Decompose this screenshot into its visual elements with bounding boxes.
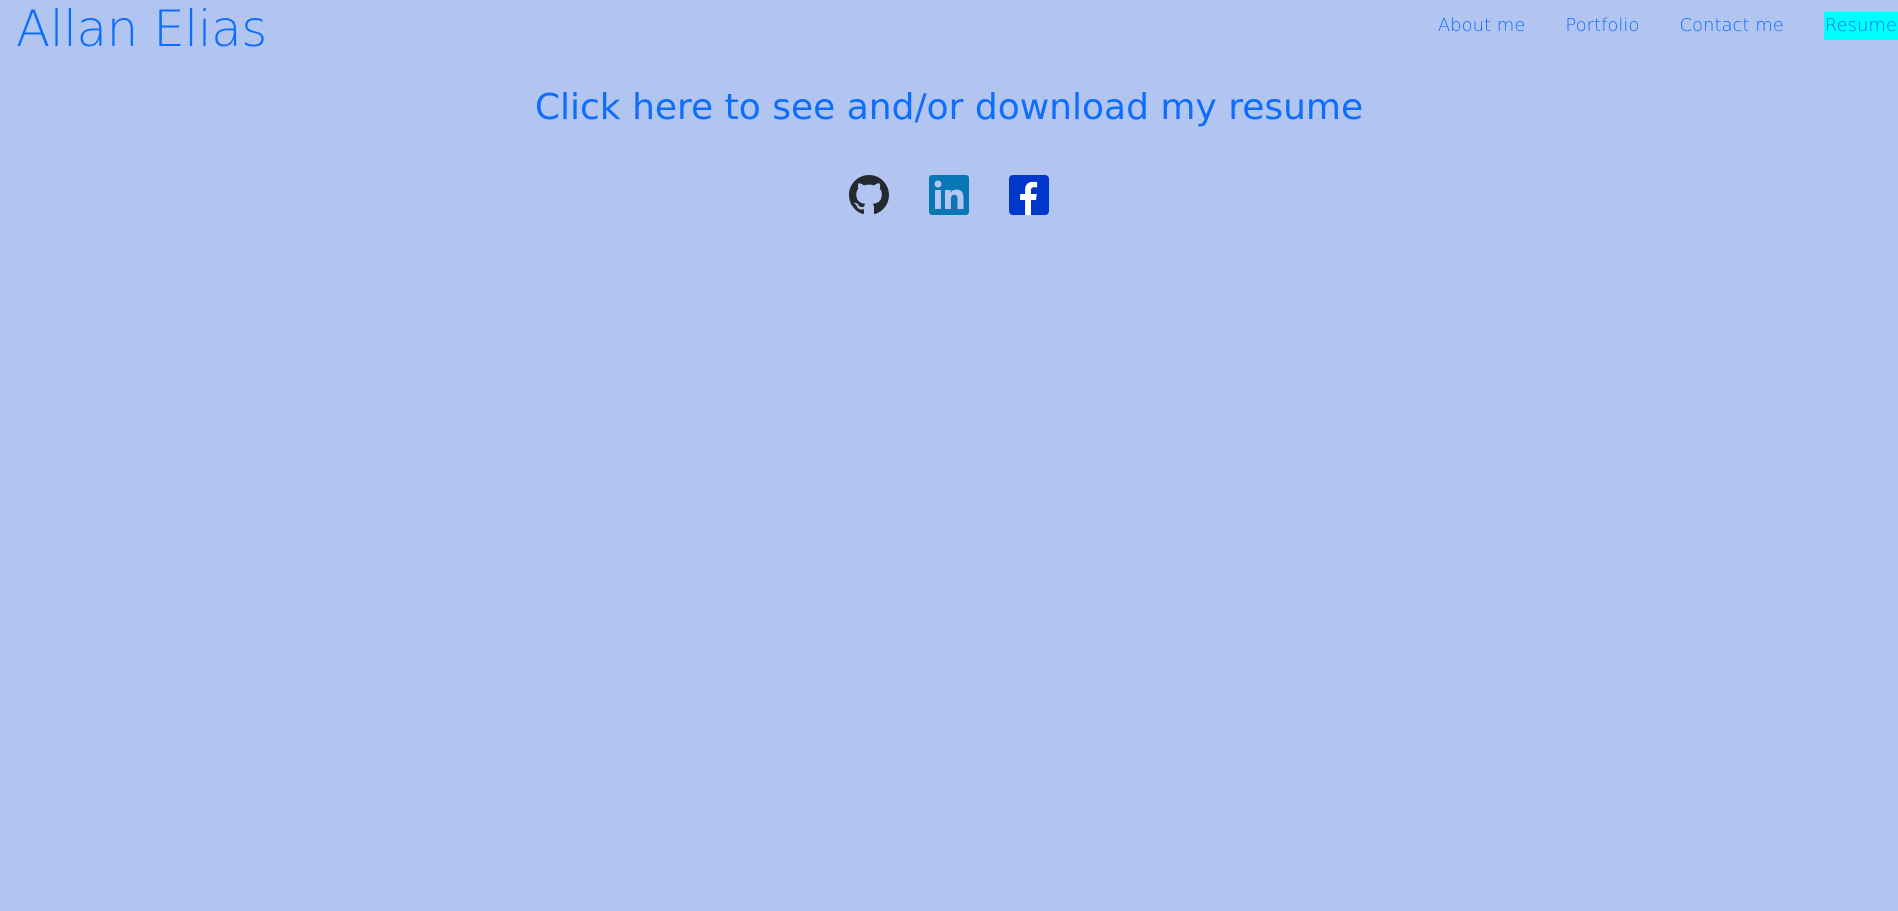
github-icon bbox=[849, 175, 889, 215]
main-nav: About me Portfolio Contact me Resume bbox=[1398, 12, 1898, 40]
site-title[interactable]: Allan Elias bbox=[16, 0, 267, 58]
nav-link-portfolio[interactable]: Portfolio bbox=[1565, 12, 1639, 40]
nav-link-about[interactable]: About me bbox=[1438, 12, 1526, 40]
resume-download-link[interactable]: Click here to see and/or download my res… bbox=[0, 84, 1898, 132]
facebook-link[interactable] bbox=[1009, 175, 1049, 215]
social-links bbox=[0, 175, 1898, 215]
github-link[interactable] bbox=[849, 175, 889, 215]
nav-link-resume[interactable]: Resume bbox=[1823, 12, 1898, 40]
linkedin-link[interactable] bbox=[929, 175, 969, 215]
resume-download-link-text: Click here to see and/or download my res… bbox=[534, 87, 1364, 128]
linkedin-icon bbox=[929, 175, 969, 215]
nav-link-contact[interactable]: Contact me bbox=[1679, 12, 1783, 40]
facebook-icon bbox=[1009, 175, 1049, 215]
